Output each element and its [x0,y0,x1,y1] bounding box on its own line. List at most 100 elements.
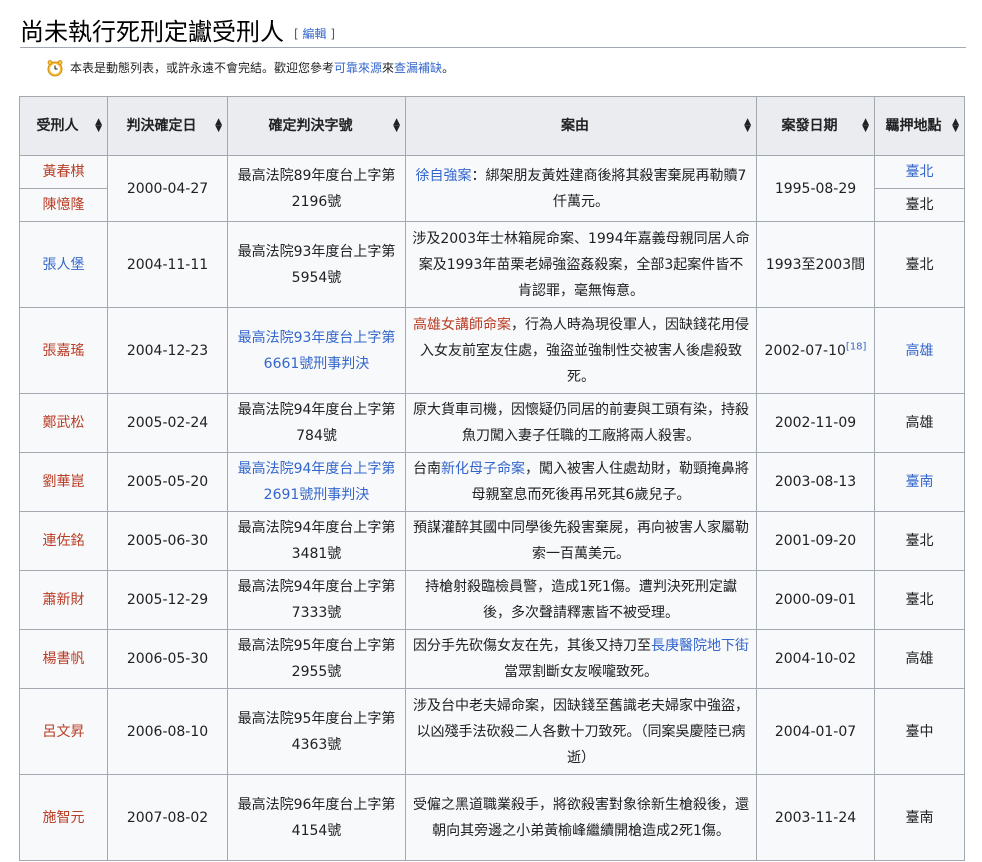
sort-icon: ▲ ▼ [744,117,751,134]
prisoner-cell: 黃春棋 [19,155,108,189]
ruling-link[interactable]: 最高法院93年度台上字第6661號刑事判決 [238,330,396,372]
header-prisoner[interactable]: 受刑人 ▲ ▼ [19,96,108,156]
ruling-cell: 最高法院89年度台上字第2196號 [227,155,406,222]
header-ruling-number[interactable]: 確定判決字號 ▲ ▼ [227,96,406,156]
table-row: 楊書帆 2006-05-30 最高法院95年度台上字第2955號 因分手先砍傷女… [19,629,965,689]
crime-date-cell: 1993至2003間 [756,221,875,308]
crime-date-cell: 2001-09-20 [756,511,875,571]
prisoner-link[interactable]: 黃春棋 [43,164,85,180]
header-crime-date[interactable]: 案發日期 ▲ ▼ [756,96,875,156]
place-cell: 臺北 [874,188,965,222]
section-heading: 尚未執行死刑定讞受刑人 [ 編輯 ] [20,10,966,48]
death-row-table: 受刑人 ▲ ▼ 判決確定日 ▲ ▼ 確定判決字號 ▲ ▼ 案由 ▲ ▼ 案發日期 ▲ ▼ 羈押地點 ▲… [19,96,965,861]
ruling-cell: 最高法院93年度台上字第6661號刑事判決 [227,307,406,394]
case-prefix: 台南 [413,461,441,477]
ruling-cell: 最高法院94年度台上字第3481號 [227,511,406,571]
prisoner-link[interactable]: 蕭新財 [43,592,85,608]
final-date-cell: 2005-05-20 [107,452,228,512]
prisoner-link[interactable]: 呂文昇 [43,724,85,740]
table-row: 張嘉瑤 2004-12-23 最高法院93年度台上字第6661號刑事判決 高雄女… [19,307,965,394]
notice-text-before: 本表是動態列表，或許永遠不會完結。歡迎您參考 [70,61,335,75]
case-cell: 原大貨車司機，因懷疑仍同居的前妻與工頭有染，持殺魚刀闖入妻子任職的工廠將兩人殺害… [405,393,757,453]
ruling-cell: 最高法院94年度台上字第2691號刑事判決 [227,452,406,512]
header-final-date[interactable]: 判決確定日 ▲ ▼ [107,96,228,156]
page: 尚未執行死刑定讞受刑人 [ 編輯 ] 本表是動態列表，或許永遠不會完結。歡迎您參… [0,0,982,862]
case-link[interactable]: 長庚醫院地下街 [651,638,749,654]
case-text-1: 因分手先砍傷女友在先，其後又持刀至 [413,638,651,654]
case-cell: 預謀灌醉其國中同學後先殺害棄屍，再向被害人家屬勒索一百萬美元。 [405,511,757,571]
case-cell: 徐自強案：綁架朋友黃姓建商後將其殺害棄屍再勒贖7仟萬元。 [405,155,757,222]
sort-icon: ▲ ▼ [95,117,102,134]
case-link[interactable]: 徐自強案 [416,168,472,184]
place-cell: 高雄 [874,393,965,453]
notice-text-mid: 來 [382,61,395,75]
crime-date-cell: 2004-10-02 [756,629,875,689]
case-text: ：綁架朋友黃姓建商後將其殺害棄屍再勒贖7仟萬元。 [471,167,747,210]
table-row: 黃春棋 2000-04-27 最高法院89年度台上字第2196號 徐自強案：綁架… [19,155,965,222]
case-cell: 高雄女講師命案，行為人時為現役軍人，因缺錢花用侵入女友前室友住處，強盜並強制性交… [405,307,757,394]
table-row: 連佐銘 2005-06-30 最高法院94年度台上字第3481號 預謀灌醉其國中… [19,511,965,571]
prisoner-link[interactable]: 張嘉瑤 [43,343,85,359]
place-link[interactable]: 臺北 [906,164,934,180]
place-cell: 臺北 [874,511,965,571]
crime-date-cell: 2002-07-10[18] [756,307,875,394]
prisoner-link[interactable]: 劉華崑 [43,474,85,490]
edit-bracket-close: ] [330,27,336,41]
edit-section: [ 編輯 ] [294,25,335,42]
place-link[interactable]: 臺南 [906,474,934,490]
place-cell: 臺中 [874,688,965,775]
ruling-cell: 最高法院94年度台上字第7333號 [227,570,406,630]
place-cell: 高雄 [874,307,965,394]
reference-link[interactable]: [18] [846,341,867,352]
crime-date-cell: 1995-08-29 [756,155,875,222]
edit-bracket-open: [ [294,27,299,41]
crime-date-text: 2002-07-10 [764,342,846,359]
clock-icon [47,60,63,77]
table-row: 施智元 2007-08-02 最高法院96年度台上字第4154號 受僱之黑道職業… [19,774,965,861]
sort-icon: ▲ ▼ [393,117,400,134]
fill-gaps-link[interactable]: 查漏補缺 [394,61,442,75]
case-cell: 持槍射殺臨檢員警，造成1死1傷。遭判決死刑定讞後，多次聲請釋憲皆不被受理。 [405,570,757,630]
prisoner-link[interactable]: 施智元 [43,810,85,826]
final-date-cell: 2000-04-27 [107,155,228,222]
section-title: 尚未執行死刑定讞受刑人 [20,18,284,46]
prisoner-link[interactable]: 連佐銘 [43,533,85,549]
header-case[interactable]: 案由 ▲ ▼ [405,96,757,156]
ruling-cell: 最高法院95年度台上字第2955號 [227,629,406,689]
ruling-link[interactable]: 最高法院94年度台上字第2691號刑事判決 [238,461,396,503]
case-link[interactable]: 新化母子命案 [441,461,525,477]
table-row: 蕭新財 2005-12-29 最高法院94年度台上字第7333號 持槍射殺臨檢員… [19,570,965,630]
place-cell: 臺北 [874,570,965,630]
final-date-cell: 2005-02-24 [107,393,228,453]
place-link[interactable]: 高雄 [906,343,934,359]
table-row: 鄭武松 2005-02-24 最高法院94年度台上字第784號 原大貨車司機，因… [19,393,965,453]
place-cell: 臺北 [874,221,965,308]
prisoner-link[interactable]: 張人堡 [43,257,85,273]
sort-icon: ▲ ▼ [862,117,869,134]
prisoner-link[interactable]: 鄭武松 [43,415,85,431]
final-date-cell: 2005-12-29 [107,570,228,630]
table-row: 張人堡 2004-11-11 最高法院93年度台上字第5954號 涉及2003年… [19,221,965,308]
place-cell: 臺南 [874,774,965,861]
header-detention-place[interactable]: 羈押地點 ▲ ▼ [874,96,965,156]
final-date-cell: 2007-08-02 [107,774,228,861]
edit-link[interactable]: 編輯 [303,27,327,41]
crime-date-cell: 2004-01-07 [756,688,875,775]
final-date-cell: 2004-12-23 [107,307,228,394]
case-cell: 涉及2003年士林箱屍命案、1994年嘉義母親同居人命案及1993年苗栗老婦強盜… [405,221,757,308]
prisoner-link[interactable]: 楊書帆 [43,651,85,667]
crime-date-cell: 2000-09-01 [756,570,875,630]
reliable-sources-link[interactable]: 可靠來源 [334,61,382,75]
case-cell: 涉及台中老夫婦命案，因缺錢至舊識老夫婦家中強盜，以凶殘手法砍殺二人各數十刀致死。… [405,688,757,775]
case-link[interactable]: 高雄女講師命案 [413,317,511,333]
sort-icon: ▲ ▼ [952,117,959,134]
prisoner-link[interactable]: 陳憶隆 [43,197,85,213]
notice-text-after: 。 [442,61,455,75]
table-row: 劉華崑 2005-05-20 最高法院94年度台上字第2691號刑事判決 台南新… [19,452,965,512]
ruling-cell: 最高法院95年度台上字第4363號 [227,688,406,775]
crime-date-cell: 2003-08-13 [756,452,875,512]
table-row: 呂文昇 2006-08-10 最高法院95年度台上字第4363號 涉及台中老夫婦… [19,688,965,775]
crime-date-cell: 2002-11-09 [756,393,875,453]
final-date-cell: 2004-11-11 [107,221,228,308]
crime-date-cell: 2003-11-24 [756,774,875,861]
